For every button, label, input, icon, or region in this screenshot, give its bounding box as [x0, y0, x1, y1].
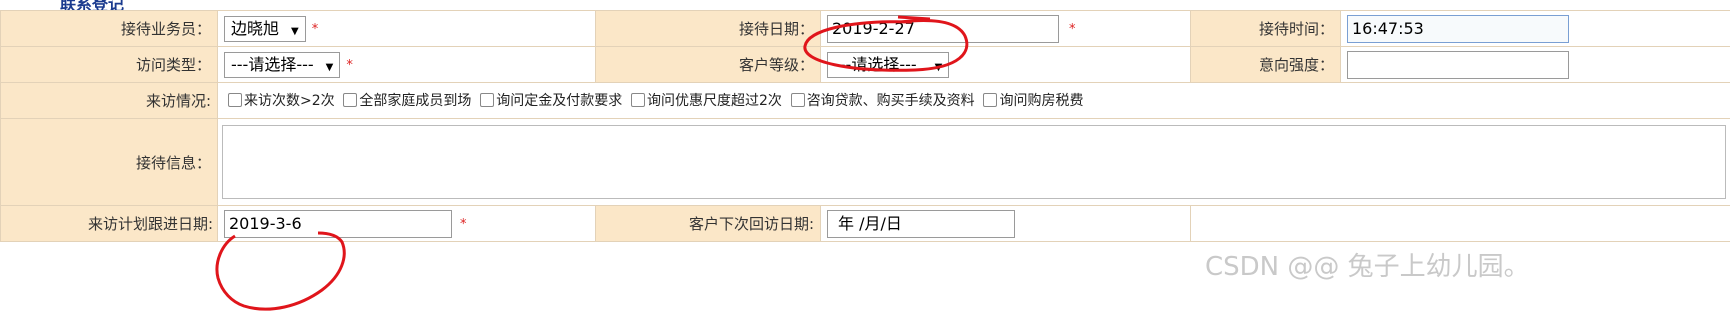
next-date-label: 客户下次回访日期:	[595, 205, 821, 242]
situation-checkbox[interactable]: 咨询贷款、购买手续及资料	[790, 90, 975, 110]
reception-time-input[interactable]: 16:47:53	[1347, 14, 1569, 43]
form-row-3: 来访情况: 来访次数>2次 全部家庭成员到场 询问定金及付款要求 询问优惠尺度超…	[0, 82, 1730, 119]
required-mark: *	[311, 22, 319, 37]
situation-checkbox[interactable]: 全部家庭成员到场	[343, 90, 471, 110]
checkbox-icon	[983, 93, 998, 107]
chevron-down-icon: ▼	[934, 61, 943, 73]
reception-info-textarea[interactable]	[222, 125, 1726, 199]
customer-level-select[interactable]: ---请选择--- ▼	[827, 51, 950, 78]
visit-type-select-value: ---请选择---	[231, 54, 314, 74]
customer-level-select-value: ---请选择---	[834, 54, 917, 74]
form-row-2: 访问类型： ---请选择--- ▼ * 客户等级： ---请选择--- ▼ 意向强度…	[0, 46, 1730, 83]
agent-select-value: 边晓旭	[231, 18, 280, 38]
checkbox-icon	[630, 93, 645, 107]
registration-form: 接待业务员： 边晓旭 ▼ * 接待日期： 2019-2-27 * 接待时间： 16:…	[0, 10, 1730, 242]
level-label: 客户等级：	[595, 46, 821, 83]
annotation-circle-plan	[215, 231, 346, 311]
form-row-4: 接待信息：	[0, 118, 1730, 206]
plan-date-label: 来访计划跟进日期:	[0, 205, 218, 242]
situation-label: 来访情况:	[0, 82, 218, 119]
info-label: 接待信息：	[0, 118, 218, 206]
checkbox-icon	[790, 93, 805, 107]
checkbox-label: 询问购房税费	[999, 93, 1084, 109]
date-label: 接待日期：	[595, 10, 821, 47]
visit-type-select[interactable]: ---请选择--- ▼	[224, 51, 341, 78]
situation-checkbox[interactable]: 来访次数>2次	[228, 90, 335, 110]
agent-select[interactable]: 边晓旭 ▼	[224, 15, 306, 42]
situation-checkbox[interactable]: 询问优惠尺度超过2次	[630, 90, 782, 110]
visit-type-label: 访问类型：	[0, 46, 218, 83]
required-mark: *	[460, 217, 467, 232]
required-mark: *	[346, 58, 353, 73]
checkbox-icon	[343, 93, 358, 107]
checkbox-label: 询问优惠尺度超过2次	[646, 93, 782, 109]
next-visit-date-input[interactable]: 年 /月/日	[827, 209, 1015, 238]
chevron-down-icon: ▼	[291, 25, 299, 37]
checkbox-icon	[228, 93, 242, 107]
chevron-down-icon: ▼	[325, 61, 334, 73]
form-row-1: 接待业务员： 边晓旭 ▼ * 接待日期： 2019-2-27 * 接待时间： 16:…	[0, 10, 1730, 47]
checkbox-label: 咨询贷款、购买手续及资料	[806, 93, 975, 109]
checkbox-label: 来访次数>2次	[244, 93, 335, 109]
required-mark: *	[1069, 22, 1076, 37]
watermark: CSDN @@ 兔子上幼儿园。	[1205, 252, 1530, 282]
intent-label: 意向强度：	[1190, 46, 1341, 83]
situation-checkbox[interactable]: 询问定金及付款要求	[480, 90, 622, 110]
reception-date-input[interactable]: 2019-2-27	[827, 14, 1059, 43]
agent-label: 接待业务员：	[0, 10, 218, 47]
checkbox-icon	[480, 93, 495, 107]
time-label: 接待时间：	[1190, 10, 1341, 47]
empty-cell	[1190, 205, 1730, 242]
intent-input[interactable]	[1347, 50, 1569, 79]
checkbox-label: 全部家庭成员到场	[359, 93, 472, 109]
plan-followup-date-input[interactable]: 2019-3-6	[224, 209, 452, 238]
checkbox-label: 询问定金及付款要求	[496, 93, 623, 109]
form-row-5: 来访计划跟进日期: 2019-3-6 * 客户下次回访日期: 年 /月/日	[0, 205, 1730, 242]
situation-checkbox[interactable]: 询问购房税费	[983, 90, 1083, 110]
